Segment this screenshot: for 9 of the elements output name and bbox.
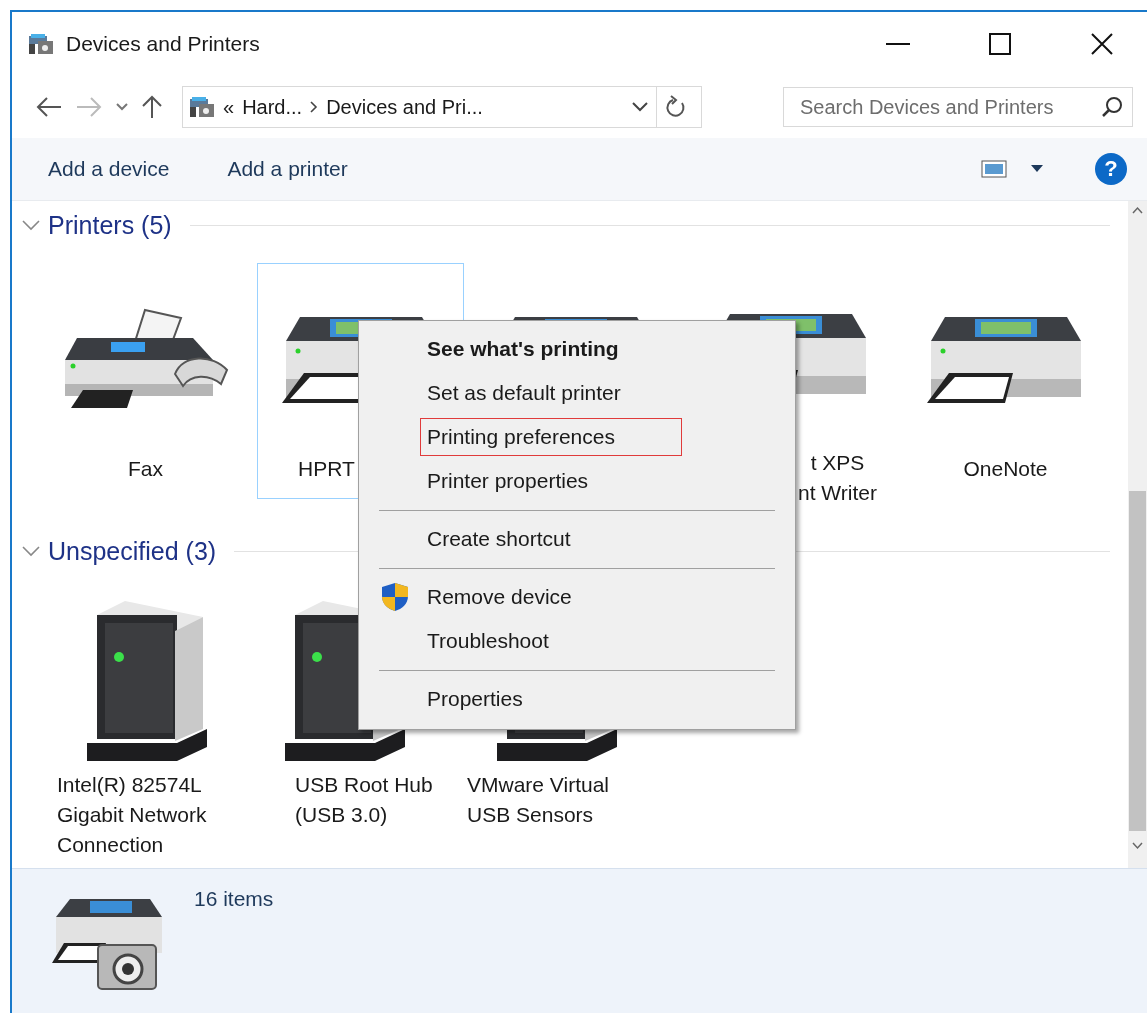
item-count: 16 items — [194, 887, 274, 912]
device-label: OneNote — [963, 456, 1048, 482]
device-label: Intel(R) 82574L Gigabit Network Connection — [57, 772, 207, 858]
device-label: USB Root Hub (USB 3.0) — [294, 772, 433, 828]
device-label: t XPS nt Writer — [797, 450, 877, 506]
device-label: VMware Virtual USB Sensors — [467, 772, 609, 828]
device-label: Fax — [128, 456, 163, 482]
window-title: Devices and Printers — [66, 32, 261, 56]
device-label: HPRT — [297, 456, 355, 482]
